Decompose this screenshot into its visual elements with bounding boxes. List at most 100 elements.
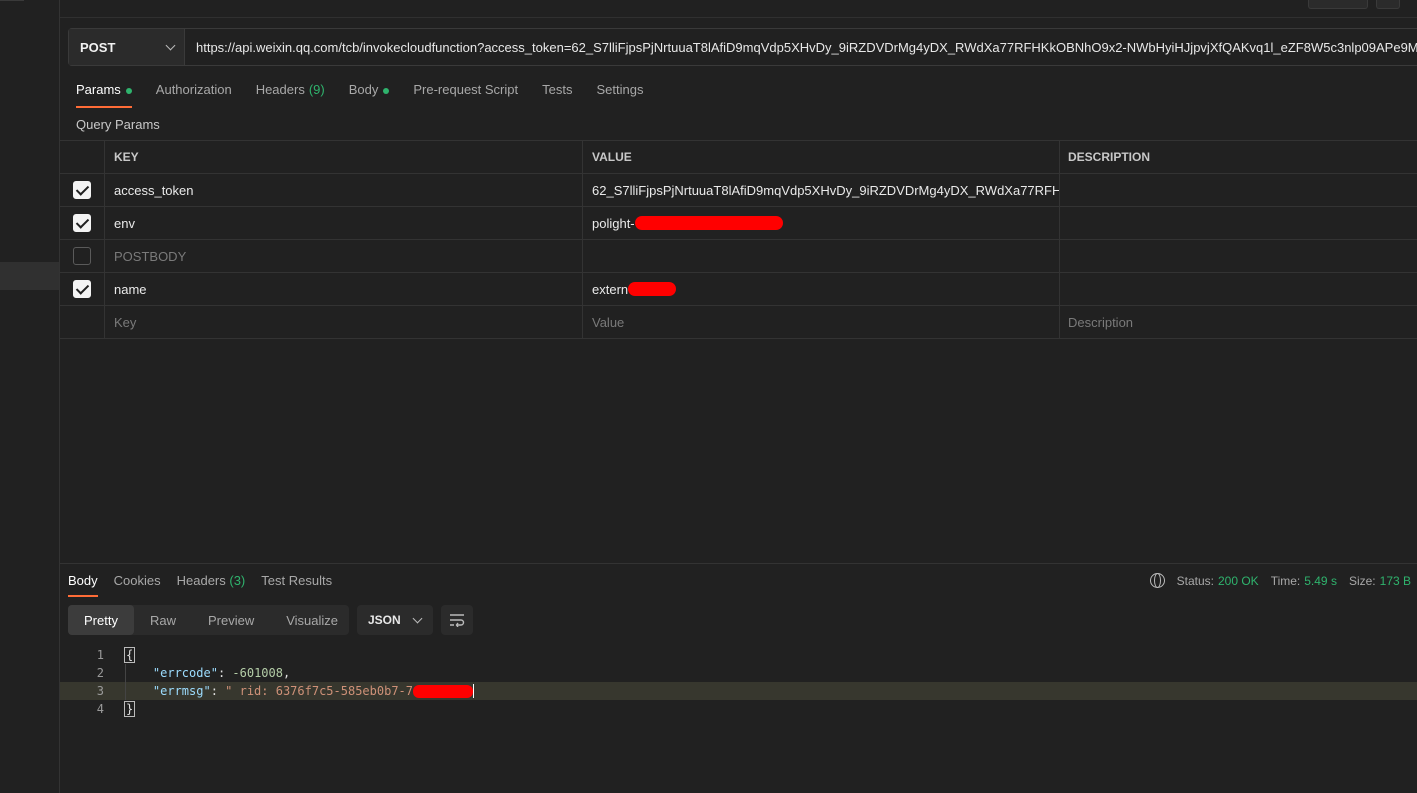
method-label: POST [80,39,116,55]
tab-settings[interactable]: Settings [596,82,643,108]
top-toolbar [60,0,1417,18]
code-line-current: 3 "errmsg": " rid: 6376f7c5-585eb0b7-7 [60,682,1417,700]
wrap-lines-icon [450,614,465,627]
tab-label: Authorization [155,82,232,97]
param-key[interactable]: env [105,207,583,239]
indent-guide [125,664,126,682]
param-checkbox[interactable] [73,247,91,265]
response-body-editor[interactable]: 1 { 2 "errcode": -601008, 3 "errmsg": " … [60,646,1417,718]
view-raw[interactable]: Raw [134,605,192,635]
format-select[interactable]: JSON [357,605,433,635]
globe-icon[interactable] [1149,573,1165,588]
line-number: 1 [96,648,104,662]
tab-label: Headers [255,82,305,97]
status-value[interactable]: 200 OK [1218,574,1259,588]
table-row: name extern [60,273,1417,306]
brace-open: { [124,647,136,663]
code-text: { [124,647,136,663]
param-description[interactable] [1060,207,1417,239]
json-key: "errmsg" [152,683,211,698]
param-value[interactable] [583,240,1060,272]
table-row: env polight- [60,207,1417,240]
size-label: Size: [1348,573,1376,588]
text-cursor [473,684,474,699]
time-value[interactable]: 5.49 s [1304,574,1337,588]
header-value: VALUE [583,141,1060,173]
size-value[interactable]: 173 B [1380,574,1411,588]
tab-params[interactable]: Params [76,82,132,108]
response-tab-test-results[interactable]: Test Results [261,573,332,597]
param-checkbox[interactable] [73,214,91,232]
tab-tests[interactable]: Tests [542,82,572,108]
param-checkbox[interactable] [73,280,91,298]
check-cell [60,207,105,239]
tab-label: Params [76,82,121,97]
status-dot-icon [383,88,390,94]
param-key[interactable]: POSTBODY [105,240,583,272]
line-number: 4 [96,702,104,716]
tab-label: Settings [596,82,644,97]
time-label: Time: [1270,573,1301,588]
view-preview[interactable]: Preview [192,605,270,635]
chevron-down-icon [165,40,176,50]
tab-pre-request-script[interactable]: Pre-request Script [413,82,518,108]
tab-body[interactable]: Body [349,82,390,108]
code-line: 1 { [60,646,1417,664]
new-description-input[interactable]: Description [1060,306,1417,338]
tab-label: Body [348,82,379,97]
sidebar-selected-item[interactable] [0,262,59,290]
param-key[interactable]: access_token [105,174,583,206]
tab-count: (3) [229,573,246,588]
response-status-bar: Status: 200 OK Time: 5.49 s Size: 173 B [1149,573,1411,588]
new-value-input[interactable]: Value [583,306,1060,338]
json-string: " rid: 6376f7c5-585eb0b7-7 [225,683,413,698]
view-visualize[interactable]: Visualize [270,605,354,635]
response-tab-headers[interactable]: Headers (3) [177,573,246,597]
param-value[interactable]: extern [583,273,1060,305]
status-dot-icon [125,88,132,94]
param-checkbox[interactable] [73,181,91,199]
redaction-mark [634,216,783,230]
param-key[interactable]: name [105,273,583,305]
sidebar-strip [0,0,60,793]
param-value[interactable]: polight- [583,207,1060,239]
code-line: 2 "errcode": -601008, [60,664,1417,682]
redaction-mark [413,684,473,698]
table-header: KEY VALUE DESCRIPTION [60,141,1417,174]
query-params-title: Query Params [76,117,160,132]
chevron-down-icon [412,613,423,623]
request-tabs: Params Authorization Headers (9) Body Pre… [76,82,667,108]
response-tab-body[interactable]: Body [68,573,98,597]
param-description[interactable] [1060,273,1417,305]
param-description[interactable] [1060,240,1417,272]
params-table: KEY VALUE DESCRIPTION access_token 62_S7… [60,140,1417,339]
wrap-lines-button[interactable] [441,605,473,635]
url-text: https://api.weixin.qq.com/tcb/invokeclou… [196,39,1417,55]
new-key-input[interactable]: Key [105,306,583,338]
table-row: access_token 62_S7lliFjpsPjNrtuuaT8lAfiD… [60,174,1417,207]
url-input[interactable]: https://api.weixin.qq.com/tcb/invokeclou… [185,29,1417,65]
check-cell [60,240,105,272]
param-description[interactable] [1060,174,1417,206]
code-text: } [124,701,136,717]
response-tab-cookies[interactable]: Cookies [114,573,161,597]
code-text: "errmsg": " rid: 6376f7c5-585eb0b7-7 [124,684,474,699]
line-number: 2 [96,666,104,680]
param-value-text: extern [592,281,629,297]
param-value[interactable]: 62_S7lliFjpsPjNrtuuaT8lAfiD9mqVdp5XHvDy_… [583,174,1060,206]
check-cell [60,273,105,305]
brace-close: } [124,701,136,717]
tab-headers[interactable]: Headers (9) [256,82,325,108]
indent-guide [125,682,126,700]
toolbar-button[interactable] [1308,0,1368,9]
toolbar-button[interactable] [1376,0,1400,9]
tab-authorization[interactable]: Authorization [156,82,232,108]
table-row: POSTBODY [60,240,1417,273]
header-description: DESCRIPTION [1068,150,1151,164]
view-pretty[interactable]: Pretty [68,605,134,635]
header-check-cell [60,141,105,173]
method-select[interactable]: POST [69,29,185,65]
response-divider[interactable] [60,563,1417,564]
tab-label: Tests [542,82,573,97]
sidebar-divider [0,0,24,1]
